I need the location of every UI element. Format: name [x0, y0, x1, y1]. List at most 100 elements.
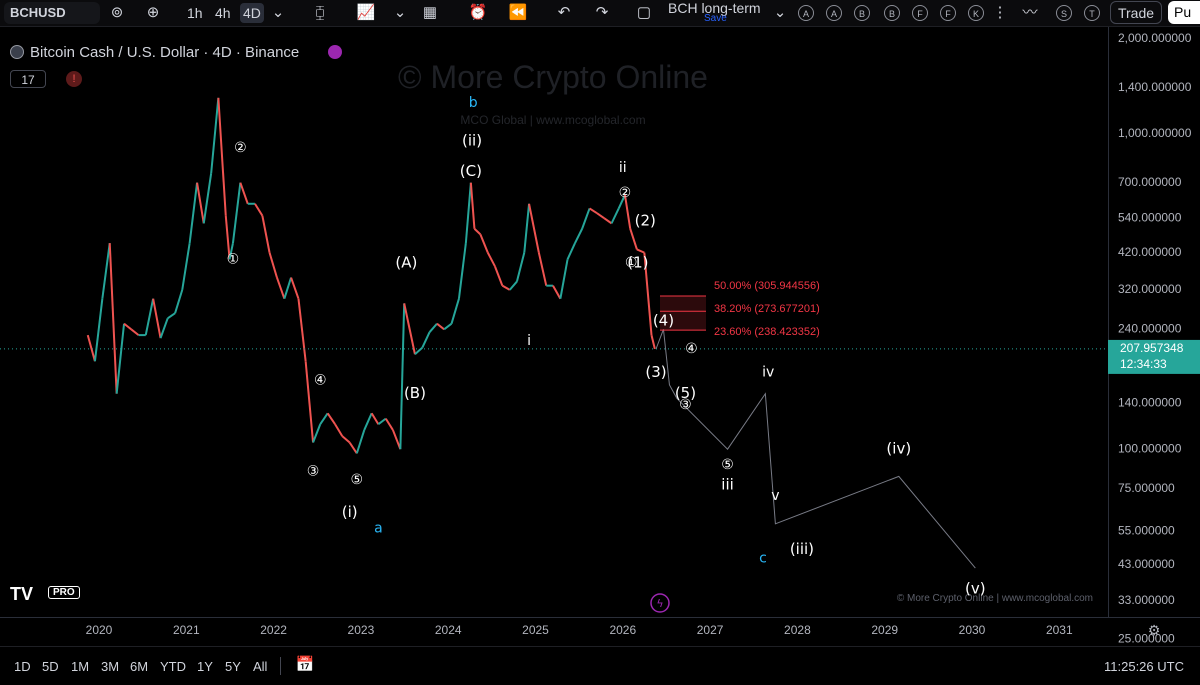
price-tick-label: 33.000000 — [1118, 593, 1175, 607]
pattern-icon[interactable]: 〰 — [1020, 3, 1040, 23]
wave-label: ② — [619, 185, 632, 201]
bch-logo-icon — [10, 45, 24, 59]
publish-button[interactable]: Pu — [1168, 1, 1200, 24]
time-tick-label: 2021 — [173, 623, 200, 637]
fib-level-label: 38.20% (273.677201) — [714, 303, 820, 315]
chart-settings-gear-icon[interactable]: ⚙ — [1148, 623, 1161, 639]
ideas-icon[interactable] — [328, 45, 342, 59]
price-tick-label: 700.000000 — [1118, 175, 1182, 189]
wave-label: (B) — [404, 384, 426, 402]
interval-1h[interactable]: 1h — [184, 3, 206, 23]
wave-label: ④ — [685, 341, 698, 357]
bar-count-toggle[interactable]: 17 — [10, 70, 46, 88]
wave-label: ③ — [679, 397, 692, 413]
range-3m[interactable]: 3M — [101, 659, 119, 674]
pro-badge: PRO — [48, 586, 80, 599]
range-5d[interactable]: 5D — [42, 659, 59, 674]
time-tick-label: 2029 — [871, 623, 898, 637]
price-tick-label: 240.000000 — [1118, 321, 1182, 335]
range-1m[interactable]: 1M — [71, 659, 89, 674]
wave-label: ⑤ — [351, 472, 364, 488]
alert-clock-icon[interactable]: ⏰ — [468, 3, 488, 23]
interval-4h[interactable]: 4h — [212, 3, 234, 23]
interval-4d[interactable]: 4D — [240, 3, 264, 23]
time-tick-label: 2023 — [348, 623, 375, 637]
indicators-icon[interactable]: 📈 — [356, 3, 376, 23]
alert-b-1[interactable]: B — [854, 5, 870, 21]
wave-label: ① — [227, 251, 240, 267]
time-tick-label: 2031 — [1046, 623, 1073, 637]
wave-label: ③ — [307, 463, 320, 479]
time-tick-label: 2025 — [522, 623, 549, 637]
replay-icon[interactable]: ⏪ — [508, 3, 528, 23]
alert-t[interactable]: T — [1084, 5, 1100, 21]
wave-label: ⑤ — [721, 457, 734, 473]
time-tick-label: 2027 — [697, 623, 724, 637]
wave-label: (3) — [645, 363, 666, 381]
range-all[interactable]: All — [253, 659, 267, 674]
chevron-down-icon-2[interactable]: ⌄ — [390, 3, 410, 23]
wave-label: ii — [619, 160, 627, 176]
wave-label: (iv) — [886, 440, 911, 458]
save-label[interactable]: Save — [704, 13, 727, 24]
price-tick-label: 75.000000 — [1118, 481, 1175, 495]
watermark-footer: © More Crypto Online | www.mcoglobal.com — [897, 593, 1093, 604]
time-tick-label: 2020 — [86, 623, 113, 637]
symbol-type-icon[interactable]: ⊚ — [107, 3, 127, 23]
time-tick-label: 2026 — [609, 623, 636, 637]
range-1y[interactable]: 1Y — [197, 659, 213, 674]
compare-add-icon[interactable]: ⊕ — [143, 3, 163, 23]
drag-handle-icon[interactable]: ⋮ — [990, 3, 1010, 23]
watermark-main: © More Crypto Online — [398, 59, 708, 95]
range-1d[interactable]: 1D — [14, 659, 31, 674]
range-ytd[interactable]: YTD — [160, 659, 186, 674]
trade-button[interactable]: Trade — [1110, 1, 1162, 24]
warning-icon[interactable]: ! — [66, 71, 82, 87]
chevron-down-icon[interactable]: ⌄ — [268, 3, 288, 23]
alert-f-1[interactable]: F — [912, 5, 928, 21]
time-tick-label: 2024 — [435, 623, 462, 637]
wave-label: (C) — [460, 162, 482, 180]
alert-k[interactable]: K — [968, 5, 984, 21]
wave-label: (iii) — [790, 540, 814, 558]
chevron-down-icon-3[interactable]: ⌄ — [770, 3, 790, 23]
price-tick-label: 1,000.000000 — [1118, 126, 1192, 140]
alert-f-2[interactable]: F — [940, 5, 956, 21]
time-tick-label: 2022 — [260, 623, 287, 637]
symbol-search[interactable]: BCHUSD — [4, 2, 100, 24]
range-5y[interactable]: 5Y — [225, 659, 241, 674]
wave-label: (i) — [342, 503, 358, 521]
wave-label: ④ — [314, 373, 327, 389]
utc-clock[interactable]: 11:25:26 UTC — [1104, 659, 1184, 674]
watermark-sub: MCO Global | www.mcoglobal.com — [460, 113, 645, 127]
alert-b-2[interactable]: B — [884, 5, 900, 21]
wave-label: (4) — [653, 311, 674, 329]
fib-level-label: 50.00% (305.944556) — [714, 280, 820, 292]
calendar-icon[interactable]: 📅 — [295, 655, 315, 675]
time-tick-label: 2030 — [959, 623, 986, 637]
price-chart[interactable]: © More Crypto Online MCO Global | www.mco… — [0, 27, 1200, 645]
price-tick-label: 100.000000 — [1118, 441, 1182, 455]
wave-label: (2) — [635, 211, 656, 229]
top-toolbar: BCHUSD ⊚ ⊕ 1h 4h 4D ⌄ ⧮ 📈 ⌄ ▦ ⏰ ⏪ ↶ ↷ ▢ … — [0, 0, 1200, 27]
layout-square-icon[interactable]: ▢ — [634, 3, 654, 23]
candles-icon[interactable]: ⧮ — [310, 3, 330, 23]
layout-grid-icon[interactable]: ▦ — [420, 3, 440, 23]
wave-label: (ii) — [462, 131, 482, 149]
alert-a-1[interactable]: A — [798, 5, 814, 21]
alert-s[interactable]: S — [1056, 5, 1072, 21]
legend-title[interactable]: Bitcoin Cash / U.S. Dollar · 4D · Binanc… — [30, 44, 299, 61]
wave-label: b — [469, 95, 478, 111]
range-6m[interactable]: 6M — [130, 659, 148, 674]
alert-a-2[interactable]: A — [826, 5, 842, 21]
price-tick-label: 55.000000 — [1118, 523, 1175, 537]
undo-icon[interactable]: ↶ — [554, 3, 574, 23]
price-tick-label: 2,000.000000 — [1118, 31, 1192, 45]
price-tick-label: 420.000000 — [1118, 245, 1182, 259]
fib-level-label: 23.60% (238.423352) — [714, 326, 820, 338]
bar-count-value: 17 — [21, 73, 35, 87]
divider — [280, 657, 281, 675]
flash-icon-glyph: ϟ — [656, 597, 663, 610]
price-tick-label: 25.000000 — [1118, 631, 1175, 645]
wave-label: ② — [234, 140, 247, 156]
